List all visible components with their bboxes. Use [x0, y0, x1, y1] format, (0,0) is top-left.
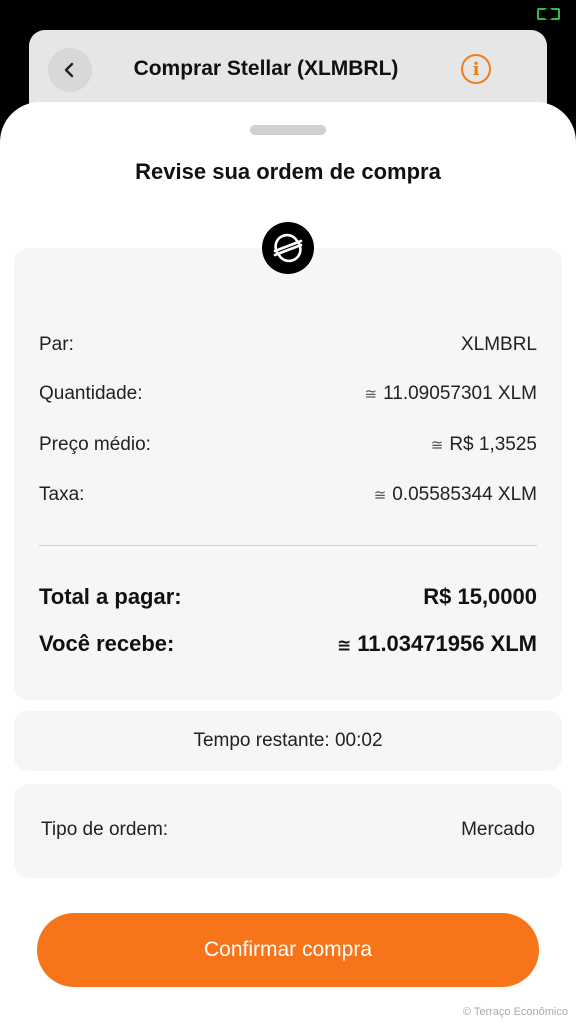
order-type-value: Mercado [461, 819, 535, 840]
approx-icon: ≅ [430, 437, 444, 454]
info-button[interactable]: i [461, 54, 491, 84]
quantity-label: Quantidade: [39, 383, 143, 404]
stellar-logo-icon [262, 222, 314, 274]
fee-row: Taxa: ≅ 0.05585344 XLM [39, 484, 537, 506]
review-order-sheet: Revise sua ordem de compra Par: XLMBRL Q… [0, 102, 576, 1024]
pair-row: Par: XLMBRL [39, 334, 537, 356]
total-row: Total a pagar: R$ 15,0000 [39, 584, 537, 610]
info-icon: i [472, 58, 480, 80]
sheet-drag-handle[interactable] [250, 125, 326, 135]
avg-price-row: Preço médio: ≅ R$ 1,3525 [39, 434, 537, 456]
pair-value: XLMBRL [460, 334, 537, 355]
quantity-row: Quantidade: ≅ 11.09057301 XLM [39, 383, 537, 405]
fee-label: Taxa: [39, 484, 85, 505]
watermark: © Terraço Econômico [462, 1006, 568, 1018]
approx-icon: ≅ [373, 487, 387, 504]
approx-icon: ≅ [336, 636, 352, 655]
avg-price-value: R$ 1,3525 [449, 434, 537, 455]
pair-label: Par: [39, 334, 74, 355]
approx-icon: ≅ [364, 386, 378, 403]
battery-icon [537, 8, 560, 20]
order-type-label: Tipo de ordem: [41, 819, 169, 840]
summary-divider [39, 545, 537, 546]
receive-value: 11.03471956 XLM [357, 631, 537, 656]
time-remaining-text: Tempo restante: 00:02 [193, 730, 383, 751]
avg-price-label: Preço médio: [39, 434, 151, 455]
total-value: R$ 15,0000 [423, 584, 537, 609]
order-summary-card: Par: XLMBRL Quantidade: ≅ 11.09057301 XLM… [14, 248, 562, 700]
order-type-row: Tipo de ordem: Mercado [41, 819, 535, 841]
sheet-title: Revise sua ordem de compra [135, 159, 441, 184]
fee-value: 0.05585344 XLM [392, 484, 537, 505]
total-label: Total a pagar: [39, 584, 182, 609]
order-type-card: Tipo de ordem: Mercado [14, 784, 562, 878]
receive-row: Você recebe: ≅ 11.03471956 XLM [39, 631, 537, 657]
confirm-purchase-button[interactable]: Confirmar compra [37, 913, 539, 987]
time-remaining-card: Tempo restante: 00:02 [14, 711, 562, 771]
quantity-value: 11.09057301 XLM [383, 383, 537, 404]
receive-label: Você recebe: [39, 631, 175, 656]
